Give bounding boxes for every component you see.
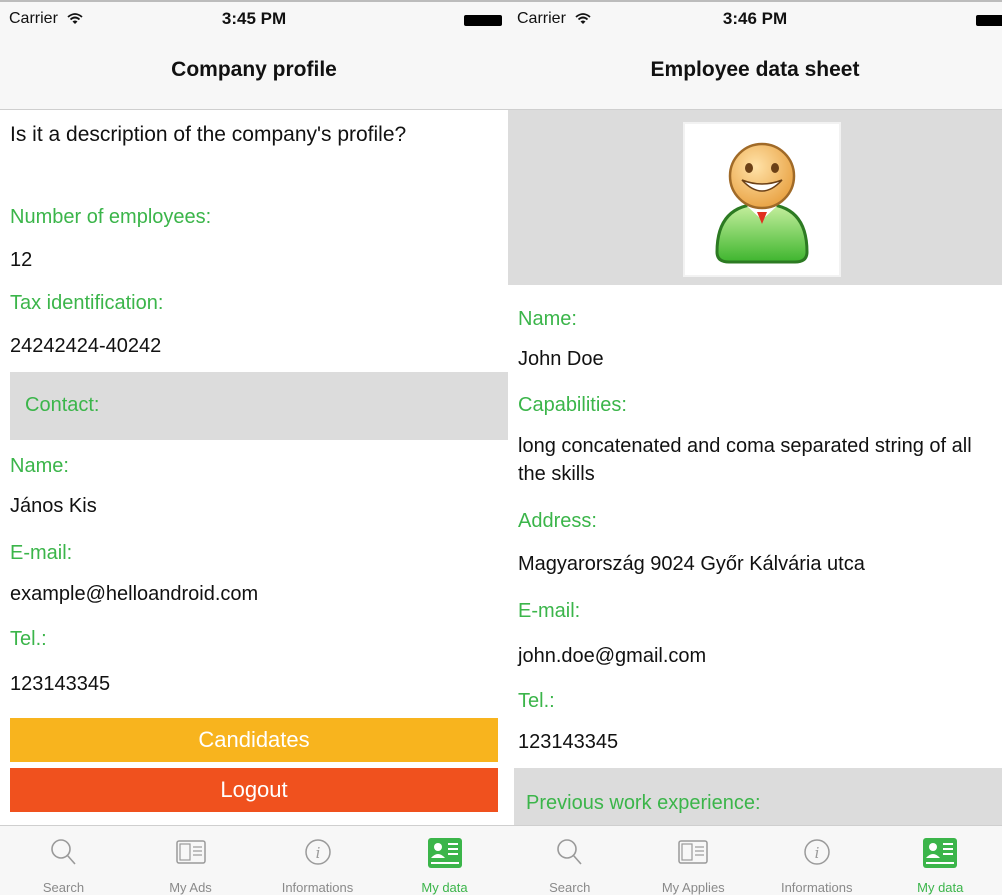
contact-section-header: Contact: bbox=[10, 372, 508, 440]
tab-label: My Applies bbox=[661, 880, 725, 895]
page-title: Company profile bbox=[171, 58, 337, 81]
employee-tel-label: Tel.: bbox=[518, 690, 555, 712]
contact-name-value: János Kis bbox=[10, 495, 97, 517]
ads-icon bbox=[175, 840, 206, 864]
company-profile-screen: Carrier 3:45 PM Company profile Is it a … bbox=[0, 0, 508, 895]
contact-name-label: Name: bbox=[10, 455, 69, 477]
avatar-frame[interactable] bbox=[683, 122, 841, 277]
status-time: 3:45 PM bbox=[221, 9, 287, 28]
info-icon: i bbox=[804, 839, 830, 865]
status-time: 3:46 PM bbox=[722, 9, 788, 28]
tab-label: My data bbox=[421, 880, 468, 895]
nav-bar: Company profile bbox=[0, 36, 508, 110]
employee-email-label: E-mail: bbox=[518, 600, 581, 622]
battery-icon bbox=[464, 15, 502, 26]
applies-icon bbox=[678, 840, 708, 864]
tab-search[interactable]: Search bbox=[0, 826, 127, 895]
tab-my-applies[interactable]: My Applies bbox=[632, 826, 756, 895]
status-bar: Carrier 3:46 PM bbox=[508, 2, 1002, 36]
logout-button[interactable]: Logout bbox=[10, 768, 498, 812]
contact-email-value: example@helloandroid.com bbox=[10, 583, 259, 605]
contact-tel-value: 123143345 bbox=[10, 673, 111, 695]
candidates-button[interactable]: Candidates bbox=[10, 718, 498, 762]
employee-tel-value: 123143345 bbox=[518, 731, 619, 753]
svg-text:i: i bbox=[814, 844, 819, 862]
tab-label: My data bbox=[917, 880, 964, 895]
nav-bar: Employee data sheet bbox=[508, 36, 1002, 110]
tab-label: Informations bbox=[281, 880, 354, 895]
tab-informations[interactable]: i Informations bbox=[254, 826, 381, 895]
tax-value: 24242424-40242 bbox=[10, 335, 162, 357]
contact-email-label: E-mail: bbox=[10, 542, 73, 564]
tab-label: My Ads bbox=[169, 880, 212, 895]
tab-bar: Search My Applies i Informations My data bbox=[508, 825, 1002, 895]
address-value: Magyarország 9024 Győr Kálvária utca bbox=[518, 553, 865, 575]
contact-label: Contact: bbox=[25, 394, 100, 416]
contact-tel-label: Tel.: bbox=[10, 628, 47, 650]
page-title: Employee data sheet bbox=[650, 58, 860, 81]
work-experience-section-header: Previous work experience: bbox=[514, 768, 1002, 825]
avatar-section bbox=[508, 110, 1002, 285]
capabilities-label: Capabilities: bbox=[518, 394, 627, 416]
tax-label: Tax identification: bbox=[10, 292, 164, 314]
status-bar: Carrier 3:45 PM bbox=[0, 2, 508, 36]
tab-label: Search bbox=[42, 880, 85, 895]
employee-data-sheet-screen: Carrier 3:46 PM Employee data sheet Name… bbox=[508, 0, 1002, 895]
info-icon: i bbox=[304, 839, 331, 865]
employees-value: 12 bbox=[10, 249, 33, 271]
tab-search[interactable]: Search bbox=[508, 826, 632, 895]
profile-content: Is it a description of the company's pro… bbox=[0, 110, 508, 825]
search-icon bbox=[556, 839, 582, 865]
tab-label: Search bbox=[549, 880, 591, 895]
tab-informations[interactable]: i Informations bbox=[755, 826, 879, 895]
company-description: Is it a description of the company's pro… bbox=[10, 123, 407, 146]
my-data-icon bbox=[923, 838, 958, 868]
employee-name-value: John Doe bbox=[518, 348, 604, 370]
capabilities-value: long concatenated and coma separated str… bbox=[518, 435, 972, 485]
tab-my-data[interactable]: My data bbox=[879, 826, 1002, 895]
employee-name-label: Name: bbox=[518, 308, 577, 330]
employees-label: Number of employees: bbox=[10, 206, 212, 228]
tab-my-ads[interactable]: My Ads bbox=[127, 826, 254, 895]
address-label: Address: bbox=[518, 510, 597, 532]
tab-label: Informations bbox=[780, 880, 853, 895]
svg-text:i: i bbox=[315, 844, 320, 862]
search-icon bbox=[50, 839, 76, 865]
tab-bar: Search My Ads i Informations My data bbox=[0, 825, 508, 895]
employee-content: Name: John Doe Capabilities: long concat… bbox=[508, 110, 1002, 825]
avatar-icon bbox=[715, 142, 809, 264]
battery-icon bbox=[976, 15, 1002, 26]
employee-email-value: john.doe@gmail.com bbox=[518, 645, 707, 667]
work-experience-label: Previous work experience: bbox=[526, 792, 761, 814]
tab-my-data[interactable]: My data bbox=[381, 826, 508, 895]
my-data-icon bbox=[427, 838, 462, 868]
